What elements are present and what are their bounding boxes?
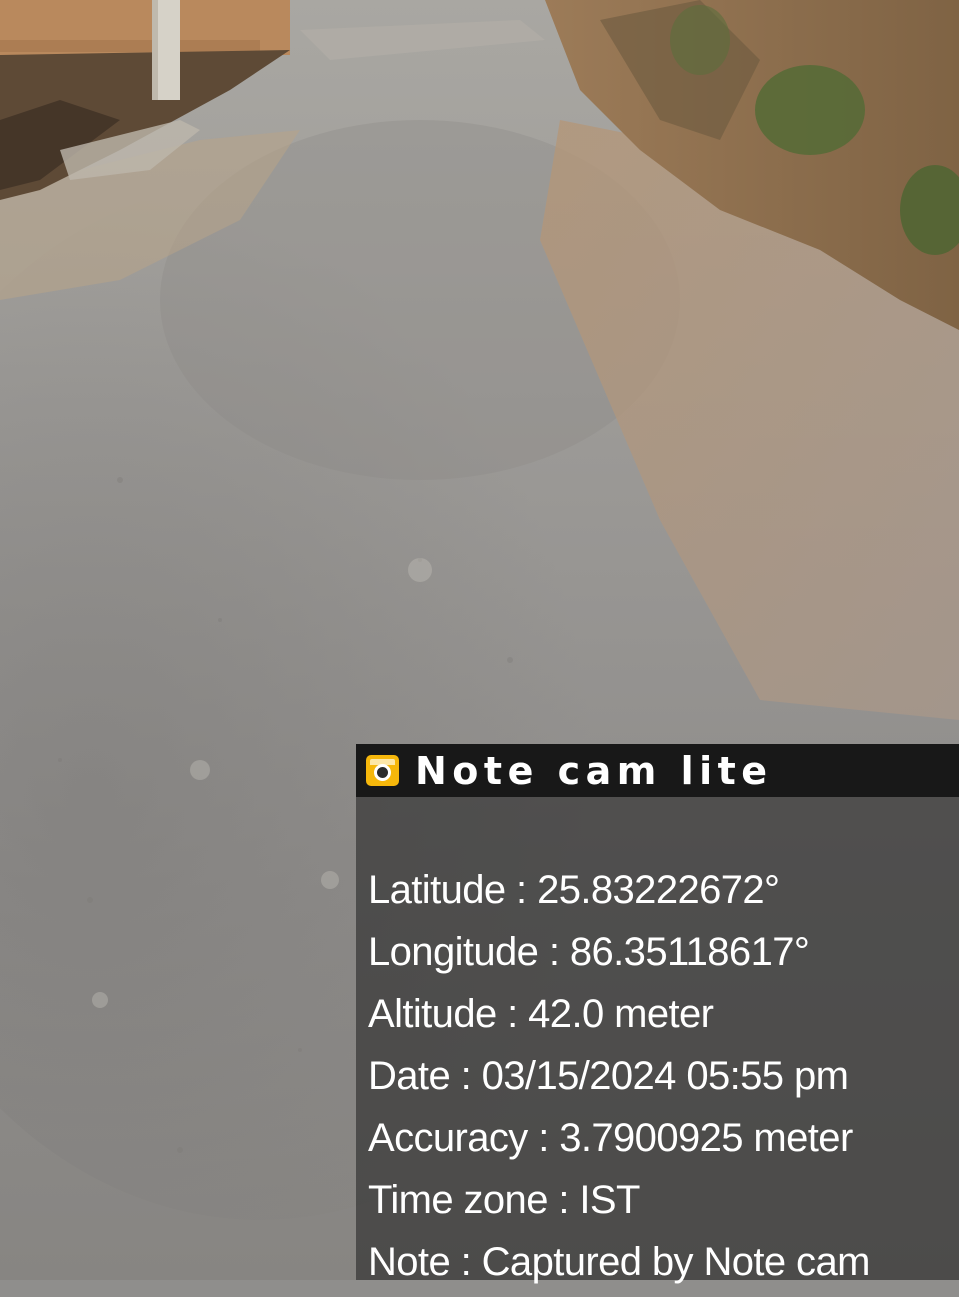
- date-line: Date : 03/15/2024 05:55 pm: [368, 1054, 849, 1098]
- timezone-line: Time zone : IST: [368, 1178, 640, 1222]
- app-name: Note cam lite: [415, 749, 773, 793]
- accuracy-line: Accuracy : 3.7900925 meter: [368, 1116, 853, 1160]
- altitude-line: Altitude : 42.0 meter: [368, 992, 714, 1036]
- geotag-overlay: Note cam lite Latitude : 25.83222672° Lo…: [356, 744, 959, 1284]
- geotag-info: Latitude : 25.83222672° Longitude : 86.3…: [368, 863, 953, 1297]
- camera-app-icon: [366, 755, 399, 786]
- overlay-header: Note cam lite: [356, 744, 959, 797]
- note-line: Note : Captured by Note cam: [368, 1240, 870, 1284]
- camera-lens-shape: [374, 764, 391, 781]
- latitude-line: Latitude : 25.83222672°: [368, 868, 780, 912]
- longitude-line: Longitude : 86.35118617°: [368, 930, 810, 974]
